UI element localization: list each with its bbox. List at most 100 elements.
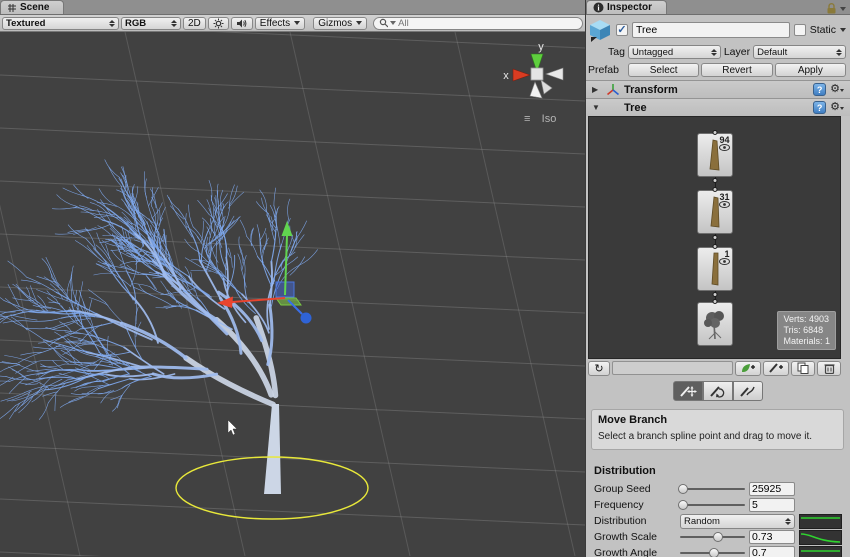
mesh-stats-overlay: Verts: 4903 Tris: 6848 Materials: 1 xyxy=(777,311,836,350)
tab-menu-caret-icon[interactable] xyxy=(840,7,846,11)
spinner-icon xyxy=(109,20,115,27)
audio-toggle-button[interactable] xyxy=(231,17,253,30)
gizmo-axis-cone[interactable] xyxy=(530,82,542,98)
move-gizmo-y-arrowhead[interactable] xyxy=(282,221,293,236)
prefab-revert-button[interactable]: Revert xyxy=(701,63,772,77)
tag-layer-row: Tag Untagged Layer Default xyxy=(586,43,850,61)
growth-angle-label: Growth Angle xyxy=(594,547,680,557)
distribution-row: Distribution Random xyxy=(586,513,850,529)
group-seed-slider[interactable] xyxy=(680,484,745,494)
move-gizmo[interactable] xyxy=(217,221,312,324)
scene-grid-icon xyxy=(7,3,17,13)
gizmo-axis-cone[interactable] xyxy=(546,68,563,80)
toggle-2d-button[interactable]: 2D xyxy=(183,17,206,30)
frequency-row: Frequency xyxy=(586,497,850,513)
free-hand-tool-button[interactable] xyxy=(733,381,763,401)
foldout-collapsed-icon[interactable]: ▶ xyxy=(592,85,602,94)
transform-component-header[interactable]: ▶ Transform ? ⚙ xyxy=(586,80,850,98)
growth-scale-curve-preview[interactable] xyxy=(799,530,842,545)
active-checkbox[interactable]: ✓ xyxy=(616,24,628,36)
distribution-curve-preview[interactable] xyxy=(799,514,842,529)
help-icon[interactable]: ? xyxy=(813,83,826,96)
refresh-icon: ↻ xyxy=(594,362,603,375)
prefab-select-label: Select xyxy=(650,65,678,76)
tool-help-title: Move Branch xyxy=(598,414,837,426)
tab-inspector[interactable]: i Inspector xyxy=(586,0,667,14)
prefab-label: Prefab xyxy=(588,64,626,76)
spinner-icon xyxy=(785,518,791,525)
frequency-value-field[interactable] xyxy=(749,498,795,512)
gear-icon[interactable]: ⚙ xyxy=(830,101,844,114)
growth-scale-slider[interactable] xyxy=(680,532,745,542)
scene-viewport[interactable]: y x ≡ Iso xyxy=(0,32,585,557)
tree-hierarchy-view[interactable]: 94 31 1 xyxy=(588,116,841,359)
gizmo-center-cube[interactable] xyxy=(531,68,543,80)
tab-scene[interactable]: Scene xyxy=(0,0,64,14)
static-flags-caret-icon[interactable] xyxy=(840,28,846,32)
stats-verts: Verts: 4903 xyxy=(783,314,830,325)
gameobject-header: ✓ ✓ Static xyxy=(586,15,850,43)
distribution-value: Random xyxy=(684,516,720,527)
tree-node-root[interactable] xyxy=(697,302,733,346)
eye-visibility-icon[interactable] xyxy=(719,144,730,151)
layer-label: Layer xyxy=(724,46,750,58)
frequency-slider[interactable] xyxy=(680,500,745,510)
spinner-icon xyxy=(171,20,177,27)
tree-node-branch-group-2[interactable]: 31 xyxy=(697,190,733,234)
caret-down-icon xyxy=(294,21,300,25)
gizmos-dropdown-button[interactable]: Gizmos xyxy=(313,17,367,30)
search-filter-caret-icon xyxy=(390,21,396,25)
rotate-branch-tool-button[interactable] xyxy=(703,381,733,401)
shading-mode-dropdown[interactable]: Textured xyxy=(2,17,119,30)
scene-tab-bar: Scene xyxy=(0,0,585,15)
growth-angle-slider[interactable] xyxy=(680,548,745,557)
growth-angle-curve-preview[interactable] xyxy=(799,546,842,557)
scene-search-input[interactable] xyxy=(398,18,577,29)
group-seed-value-field[interactable] xyxy=(749,482,795,496)
axis-y-label: y xyxy=(538,41,544,53)
move-branch-tool-button[interactable] xyxy=(673,381,703,401)
scene-search-field[interactable] xyxy=(373,17,583,30)
add-branch-group-button[interactable] xyxy=(763,361,789,376)
static-checkbox[interactable]: ✓ xyxy=(794,24,806,36)
eye-visibility-icon[interactable] xyxy=(719,201,730,208)
gear-icon[interactable]: ⚙ xyxy=(830,83,844,96)
iso-label[interactable]: Iso xyxy=(542,113,557,125)
view-orientation-gizmo[interactable]: y x ≡ Iso xyxy=(503,41,563,125)
gameobject-name-input[interactable] xyxy=(632,22,790,38)
layer-dropdown[interactable]: Default xyxy=(753,45,846,59)
gizmo-axis-cone[interactable] xyxy=(541,80,552,94)
prefab-select-button[interactable]: Select xyxy=(628,63,699,77)
tag-dropdown[interactable]: Untagged xyxy=(628,45,721,59)
add-leaf-group-button[interactable] xyxy=(735,361,761,376)
render-channel-dropdown[interactable]: RGB xyxy=(121,17,181,30)
eye-visibility-icon[interactable] xyxy=(719,258,730,265)
tree-node-branch-group-3[interactable]: 1 xyxy=(697,247,733,291)
stats-materials: Materials: 1 xyxy=(783,336,830,347)
node-connector-dot xyxy=(712,235,717,240)
lighting-toggle-button[interactable] xyxy=(208,17,229,30)
effects-dropdown-button[interactable]: Effects xyxy=(255,17,305,30)
prefab-apply-button[interactable]: Apply xyxy=(775,63,846,77)
tree-node-branch-group-1[interactable]: 94 xyxy=(697,133,733,177)
move-gizmo-z-arrowhead[interactable] xyxy=(301,313,312,324)
layer-value: Default xyxy=(757,47,787,58)
growth-angle-value-field[interactable] xyxy=(749,546,795,557)
inspector-tab-label: Inspector xyxy=(607,2,652,13)
gizmo-x-cone[interactable] xyxy=(513,69,530,81)
gameobject-cube-icon[interactable] xyxy=(588,18,612,42)
refresh-button[interactable]: ↻ xyxy=(588,361,610,376)
lock-icon[interactable] xyxy=(826,3,837,14)
gizmos-label: Gizmos xyxy=(318,18,352,29)
delete-node-button[interactable] xyxy=(817,361,841,376)
branch-tool-group xyxy=(586,377,850,403)
growth-scale-value-field[interactable] xyxy=(749,530,795,544)
node-toolbar-spacer xyxy=(612,361,733,375)
tree-component-header[interactable]: ▼ Tree ? ⚙ xyxy=(586,98,850,116)
distribution-dropdown[interactable]: Random xyxy=(680,514,795,529)
node-connector-dot xyxy=(712,130,717,135)
node-connector-dot xyxy=(712,292,717,297)
duplicate-node-button[interactable] xyxy=(791,361,815,376)
help-icon[interactable]: ? xyxy=(813,101,826,114)
foldout-expanded-icon[interactable]: ▼ xyxy=(592,103,602,112)
